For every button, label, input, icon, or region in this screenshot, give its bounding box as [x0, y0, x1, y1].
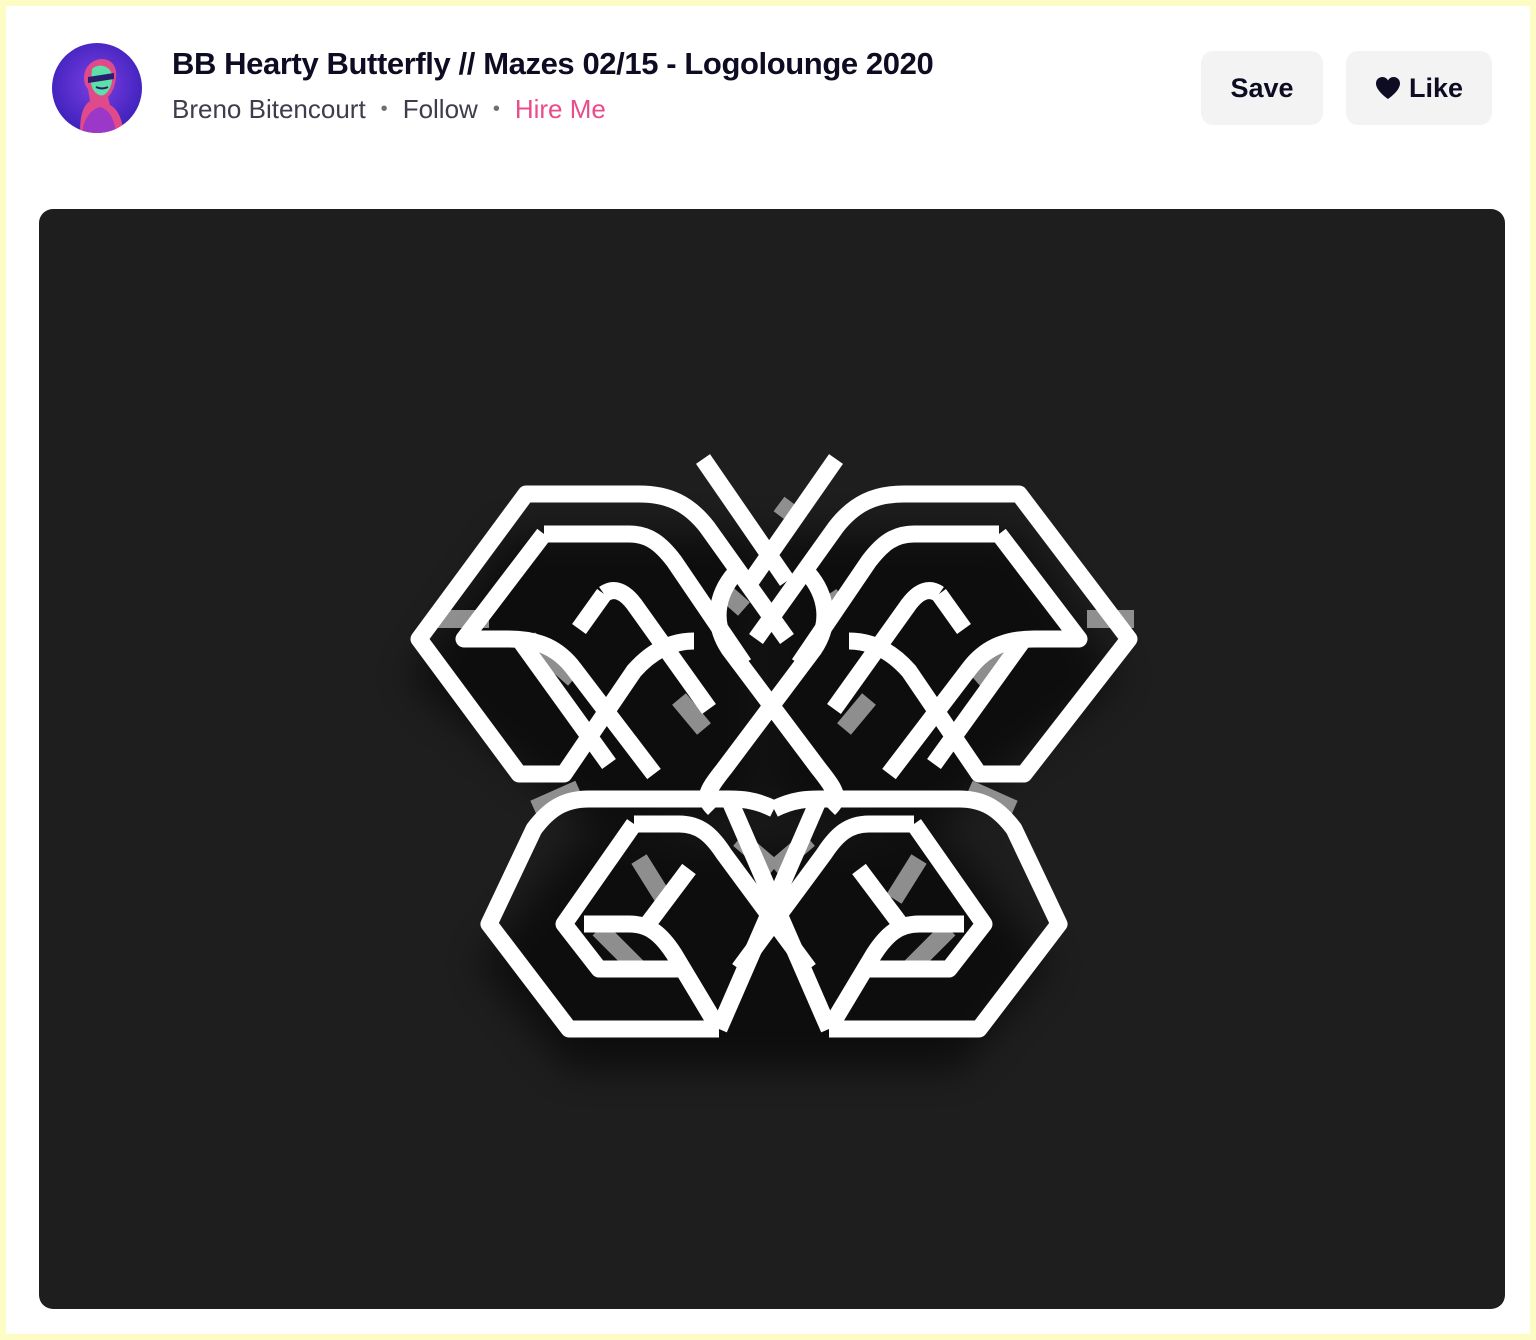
author-avatar[interactable]: [52, 43, 142, 133]
butterfly-logo-artwork: [409, 454, 1138, 1069]
heart-icon: [1375, 76, 1401, 100]
save-button[interactable]: Save: [1201, 51, 1323, 125]
byline-separator: •: [380, 98, 388, 120]
like-button[interactable]: Like: [1346, 51, 1492, 125]
author-name-link[interactable]: Breno Bitencourt: [172, 94, 366, 125]
follow-link[interactable]: Follow: [403, 94, 478, 125]
shot-image[interactable]: [39, 209, 1505, 1309]
like-button-label: Like: [1408, 72, 1464, 103]
shot-page: BB Hearty Butterfly // Mazes 02/15 - Log…: [6, 6, 1530, 1334]
save-button-label: Save: [1230, 72, 1294, 103]
shot-byline: Breno Bitencourt • Follow • Hire Me: [172, 94, 606, 125]
hire-me-link[interactable]: Hire Me: [515, 94, 606, 125]
shot-title: BB Hearty Butterfly // Mazes 02/15 - Log…: [172, 46, 934, 81]
byline-separator: •: [492, 98, 500, 120]
